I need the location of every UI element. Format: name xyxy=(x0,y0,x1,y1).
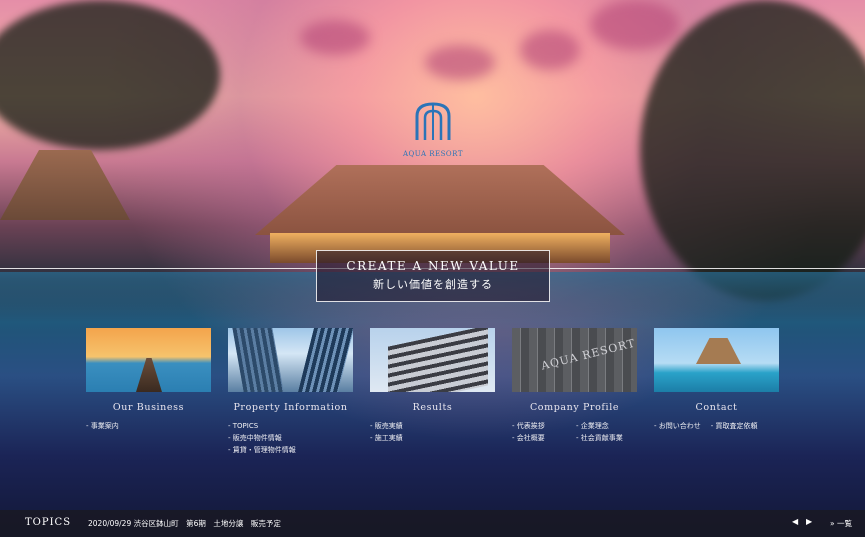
card-title[interactable]: Company Profile xyxy=(512,402,637,413)
view-all-link[interactable]: » 一覧 xyxy=(830,518,852,529)
card-links: - お問い合わせ - 買取査定依頼 xyxy=(654,420,779,432)
logo-text: AQUA RESORT xyxy=(403,150,463,158)
card-links: - 販売実績 - 施工実績 xyxy=(370,420,495,444)
card-title[interactable]: Our Business xyxy=(86,402,211,413)
topics-label: TOPICS xyxy=(25,517,72,528)
card-company-profile[interactable]: AQUA RESORT Company Profile - 代表挨拶 - 企業理… xyxy=(512,328,637,444)
logo-icon xyxy=(415,102,451,140)
link-purchase-appraisal[interactable]: - 買取査定依頼 xyxy=(711,420,758,432)
company-sign-wall-photo[interactable]: AQUA RESORT xyxy=(512,328,637,392)
link-topics[interactable]: - TOPICS xyxy=(228,420,258,432)
card-links: - 代表挨拶 - 企業理念 - 会社概要 - 社会貢献事業 xyxy=(512,420,637,444)
topics-news-item[interactable]: 2020/09/29 渋谷区鉢山町 第6期 土地分譲 販売予定 xyxy=(88,518,281,529)
cloud xyxy=(425,45,495,80)
hero-title-ja: 新しい価値を創造する xyxy=(373,278,493,291)
card-contact[interactable]: Contact - お問い合わせ - 買取査定依頼 xyxy=(654,328,779,432)
link-greeting[interactable]: - 代表挨拶 xyxy=(512,420,562,432)
next-arrow-icon[interactable]: ▶ xyxy=(806,517,812,526)
beach-pavilion-photo[interactable] xyxy=(654,328,779,392)
wall-sign-text: AQUA RESORT xyxy=(539,336,637,373)
link-rental[interactable]: - 賃貸・管理物件情報 xyxy=(228,444,296,456)
apartment-building-photo[interactable] xyxy=(370,328,495,392)
hero-tagline-box: CREATE A NEW VALUE 新しい価値を創造する xyxy=(316,250,550,302)
cloud xyxy=(520,30,580,70)
brand-logo[interactable]: AQUA RESORT xyxy=(400,100,466,158)
link-inquiry[interactable]: - お問い合わせ xyxy=(654,420,701,432)
card-our-business[interactable]: Our Business - 事業案内 xyxy=(86,328,211,432)
link-construction-results[interactable]: - 施工実績 xyxy=(370,432,403,444)
topics-bar: TOPICS 2020/09/29 渋谷区鉢山町 第6期 土地分譲 販売予定 ◀… xyxy=(0,510,865,537)
link-for-sale[interactable]: - 販売中物件情報 xyxy=(228,432,282,444)
card-title[interactable]: Results xyxy=(370,402,495,413)
card-title[interactable]: Contact xyxy=(654,402,779,413)
prev-arrow-icon[interactable]: ◀ xyxy=(792,517,798,526)
hero-title-en: CREATE A NEW VALUE xyxy=(346,259,520,273)
card-title[interactable]: Property Information xyxy=(228,402,353,413)
link-sales-results[interactable]: - 販売実績 xyxy=(370,420,403,432)
card-links: - TOPICS - 販売中物件情報 - 賃貸・管理物件情報 xyxy=(228,420,353,456)
card-results[interactable]: Results - 販売実績 - 施工実績 xyxy=(370,328,495,444)
card-links: - 事業案内 xyxy=(86,420,211,432)
link-philosophy[interactable]: - 企業理念 xyxy=(576,420,609,432)
pier-sunset-photo[interactable] xyxy=(86,328,211,392)
link-social-contribution[interactable]: - 社会貢献事業 xyxy=(576,432,623,444)
cloud xyxy=(300,20,370,55)
link-business[interactable]: - 事業案内 xyxy=(86,420,119,432)
link-company-overview[interactable]: - 会社概要 xyxy=(512,432,562,444)
card-property-information[interactable]: Property Information - TOPICS - 販売中物件情報 … xyxy=(228,328,353,456)
skyscrapers-photo[interactable] xyxy=(228,328,353,392)
cloud xyxy=(590,0,680,50)
